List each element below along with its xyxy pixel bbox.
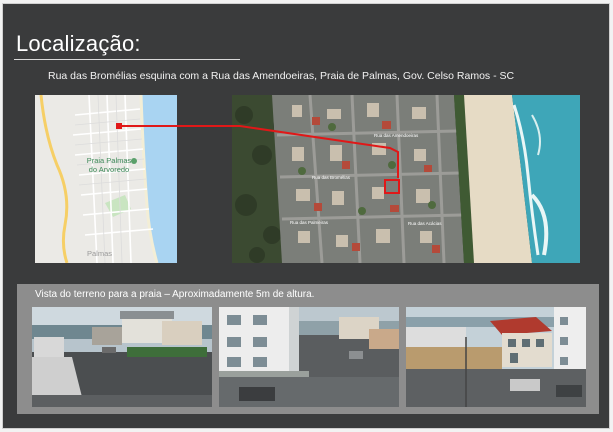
- address-text: Rua das Bromélias esquina com a Rua das …: [48, 70, 515, 82]
- road-map: Praia Palmas do Arvoredo Palmas: [35, 95, 177, 263]
- photo-building-corner: [219, 307, 399, 407]
- street-label: Rua das Bromélias: [312, 175, 351, 180]
- poi-label: Praia Palmas do Arvoredo: [83, 156, 135, 174]
- photo-caption: Vista do terreno para a praia – Aproxima…: [35, 289, 315, 300]
- street-label: Rua das Acácias: [408, 221, 442, 226]
- street-label: Rua das Palmeiras: [290, 220, 329, 225]
- street-label: Rua das Amendoeiras: [374, 133, 419, 138]
- town-label: Palmas: [87, 249, 113, 258]
- slide-title: Localização:: [16, 31, 141, 56]
- poi-label-line2: do Arvoredo: [88, 165, 130, 174]
- satellite-map: Rua das Bromélias Rua das Amendoeiras Ru…: [232, 95, 580, 263]
- photo-neighbor-houses: [406, 307, 586, 407]
- photo-street-view: [32, 307, 212, 407]
- title-underline: [14, 59, 240, 60]
- poi-label-line1: Praia Palmas: [86, 156, 132, 165]
